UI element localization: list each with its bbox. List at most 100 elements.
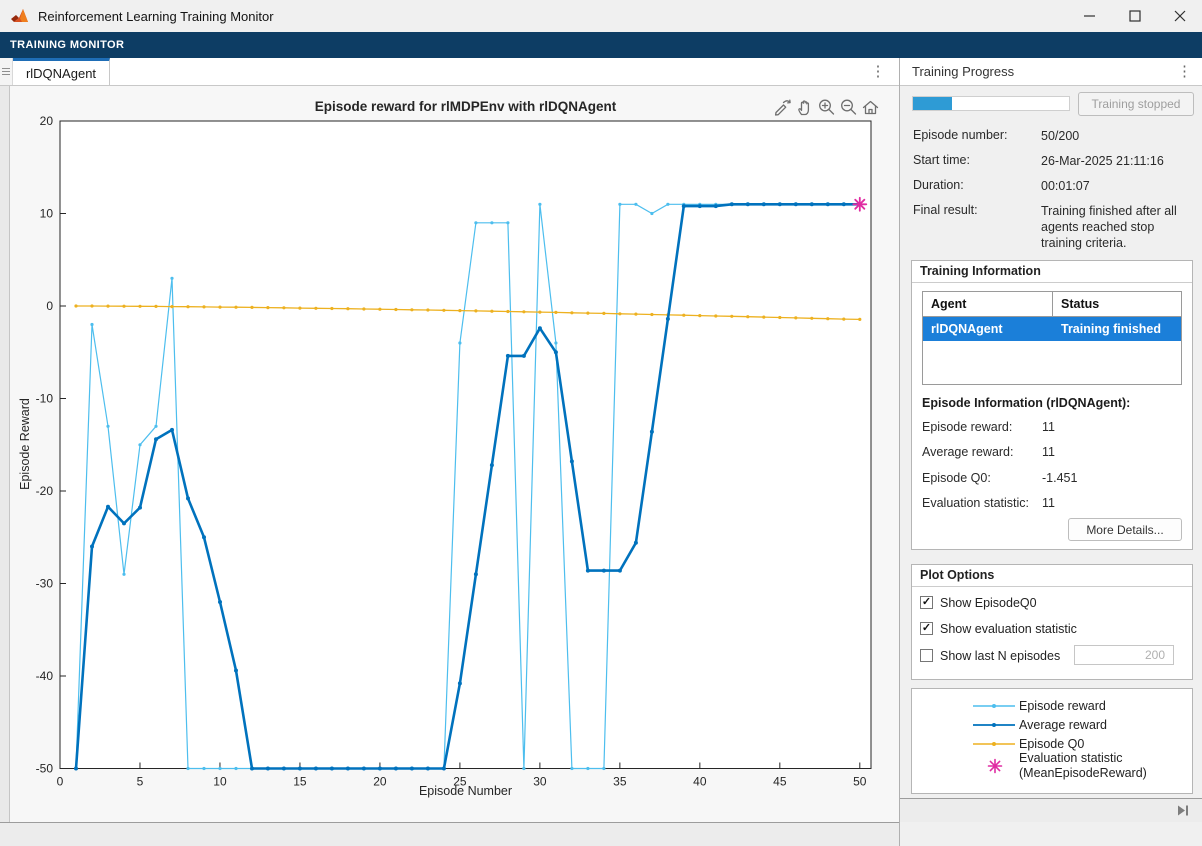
episode-value: -1.451 — [1042, 471, 1077, 485]
ribbon-tab-training-monitor[interactable]: TRAINING MONITOR — [10, 39, 124, 51]
svg-text:-10: -10 — [36, 392, 54, 406]
column-header-status: Status — [1053, 292, 1181, 316]
episode-reward-chart[interactable]: 05101520253035404550-50-40-30-20-1001020 — [10, 86, 899, 822]
info-value: 26-Mar-2025 21:11:16 — [1041, 153, 1193, 169]
episode-information-title: Episode Information (rlDQNAgent): — [922, 396, 1130, 410]
legend-line-sample — [973, 701, 1015, 711]
plot-area[interactable] — [60, 121, 871, 769]
asterisk-icon — [987, 758, 1003, 774]
bottom-scrollbar-area — [0, 822, 899, 846]
training-progress-panel: Training Progress ⋮ Training stopped Epi… — [899, 58, 1202, 846]
pan-button[interactable] — [794, 97, 814, 116]
restore-view-button[interactable] — [860, 97, 880, 116]
n-episodes-input[interactable] — [1074, 645, 1174, 665]
svg-text:20: 20 — [40, 114, 54, 128]
window-controls — [1067, 0, 1202, 32]
legend-card: Episode reward Average reward Episode Q0 — [911, 688, 1193, 794]
ribbon: TRAINING MONITOR — [0, 32, 1202, 58]
progress-fill — [913, 97, 952, 110]
table-row[interactable]: rlDQNAgent Training finished — [923, 317, 1181, 341]
skip-to-end-icon[interactable] — [1177, 804, 1190, 817]
svg-text:10: 10 — [40, 207, 54, 221]
card-title: Training Information — [912, 261, 1192, 283]
table-header: Agent Status — [923, 292, 1181, 317]
info-row-start-time: Start time: 26-Mar-2025 21:11:16 — [913, 153, 1193, 167]
episode-row-reward: Episode reward: 11 — [922, 420, 1184, 434]
zoom-in-icon — [817, 98, 836, 116]
episode-value: 11 — [1042, 445, 1055, 459]
episode-label: Episode reward: — [922, 420, 1012, 434]
episode-row-q0: Episode Q0: -1.451 — [922, 471, 1184, 485]
tab-label: rlDQNAgent — [26, 66, 96, 81]
cell-agent: rlDQNAgent — [923, 317, 1053, 341]
plot-options-card: Plot Options ✓ Show EpisodeQ0 ✓ Show eva… — [911, 564, 1193, 680]
panel-statusbar — [900, 798, 1202, 822]
legend-line-sample — [973, 720, 1015, 730]
legend-label: Evaluation statistic (MeanEpisodeReward) — [1019, 751, 1147, 781]
checkbox-row-show-evaluation[interactable]: ✓ Show evaluation statistic — [912, 622, 1192, 638]
info-value: Training finished after all agents reach… — [1041, 203, 1193, 251]
app-window: Reinforcement Learning Training Monitor … — [0, 0, 1202, 846]
tab-overflow-menu-button[interactable]: ⋮ — [868, 58, 888, 85]
legend-label: Episode reward — [1019, 699, 1106, 714]
minimize-button[interactable] — [1067, 0, 1112, 32]
window-title: Reinforcement Learning Training Monitor — [38, 9, 274, 24]
more-details-button[interactable]: More Details... — [1068, 518, 1182, 541]
checkbox[interactable] — [920, 649, 933, 662]
dock-grip[interactable] — [0, 58, 13, 85]
zoom-out-icon — [839, 98, 858, 116]
panel-body: Training stopped Episode number: 50/200 … — [900, 86, 1202, 822]
maximize-button[interactable] — [1112, 0, 1157, 32]
episode-value: 11 — [1042, 496, 1055, 510]
panel-title: Training Progress — [912, 64, 1014, 79]
maximize-icon — [1129, 10, 1141, 22]
info-label: Final result: — [913, 203, 978, 217]
checkbox-label: Show last N episodes — [940, 649, 1060, 663]
info-value: 00:01:07 — [1041, 178, 1193, 194]
info-label: Start time: — [913, 153, 970, 167]
legend-line-sample — [973, 739, 1015, 749]
y-axis-label: Episode Reward — [18, 344, 34, 544]
info-label: Episode number: — [913, 128, 1008, 142]
svg-text:-50: -50 — [36, 762, 54, 776]
pan-icon — [795, 98, 814, 116]
close-icon — [1174, 10, 1186, 22]
panel-header: Training Progress ⋮ — [900, 58, 1202, 86]
matlab-logo-icon — [10, 6, 30, 26]
training-stopped-button[interactable]: Training stopped — [1078, 92, 1194, 116]
chart-title: Episode reward for rlMDPEnv with rlDQNAg… — [60, 99, 871, 114]
close-button[interactable] — [1157, 0, 1202, 32]
info-label: Duration: — [913, 178, 964, 192]
grip-icon — [2, 71, 10, 72]
export-button[interactable] — [772, 97, 792, 116]
titlebar: Reinforcement Learning Training Monitor — [0, 0, 1202, 32]
panel-menu-button[interactable]: ⋮ — [1177, 64, 1192, 79]
episode-label: Episode Q0: — [922, 471, 991, 485]
checkbox-row-show-episodeq0[interactable]: ✓ Show EpisodeQ0 — [912, 596, 1192, 612]
episode-label: Average reward: — [922, 445, 1014, 459]
svg-text:-20: -20 — [36, 484, 54, 498]
chart-toolbar — [772, 97, 880, 116]
x-axis-label: Episode Number — [60, 784, 871, 798]
kebab-icon: ⋮ — [871, 64, 886, 79]
checkbox-label: Show evaluation statistic — [940, 622, 1077, 636]
info-row-duration: Duration: 00:01:07 — [913, 178, 1193, 192]
agent-status-table: Agent Status rlDQNAgent Training finishe… — [922, 291, 1182, 385]
checkbox[interactable]: ✓ — [920, 622, 933, 635]
zoom-in-button[interactable] — [816, 97, 836, 116]
episode-value: 11 — [1042, 420, 1055, 434]
tabstrip: rlDQNAgent ⋮ — [0, 58, 899, 86]
episode-row-average: Average reward: 11 — [922, 445, 1184, 459]
cell-status: Training finished — [1053, 317, 1181, 341]
checkbox[interactable]: ✓ — [920, 596, 933, 609]
column-header-agent: Agent — [923, 292, 1053, 316]
training-information-card: Training Information Agent Status rlDQNA… — [911, 260, 1193, 550]
card-title: Plot Options — [912, 565, 1192, 587]
svg-text:0: 0 — [46, 299, 53, 313]
tab-rldqnagent[interactable]: rlDQNAgent — [13, 58, 110, 85]
minimize-icon — [1084, 10, 1096, 22]
zoom-out-button[interactable] — [838, 97, 858, 116]
svg-text:-40: -40 — [36, 669, 54, 683]
info-row-final-result: Final result: Training finished after al… — [913, 203, 1193, 217]
left-gutter — [0, 86, 10, 822]
